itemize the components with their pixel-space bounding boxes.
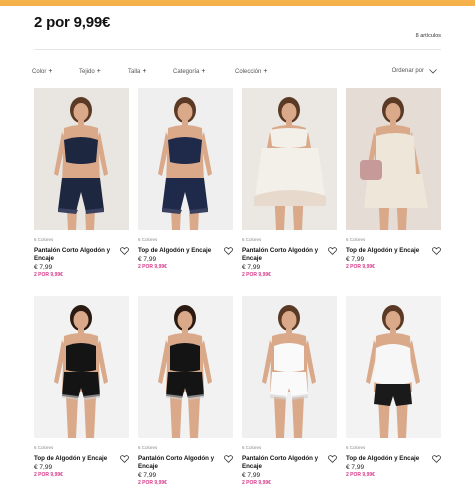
product-card[interactable]: 6 Colores Top de Algodón y Encaje € 7,99… (138, 88, 233, 286)
header-divider (34, 49, 441, 50)
product-card[interactable]: 6 Colores Pantalón Corto Algodón y Encaj… (34, 88, 129, 286)
promo-label: 2 POR 9,99€ (34, 472, 63, 478)
heart-icon[interactable] (432, 247, 441, 255)
plus-icon: + (96, 68, 101, 75)
product-photo (34, 296, 129, 438)
promo-label: 2 POR 9,99€ (138, 264, 167, 270)
product-photo (34, 88, 129, 230)
filter-label: Talla (128, 68, 141, 75)
promo-label: 2 POR 9,99€ (138, 480, 167, 486)
heart-icon[interactable] (328, 247, 337, 255)
product-photo (346, 296, 441, 438)
product-card[interactable]: 6 Colores Pantalón Corto Algodón y Encaj… (242, 296, 337, 491)
chevron-down-icon (429, 68, 437, 74)
page-title: 2 por 9,99€ (34, 14, 111, 31)
product-name[interactable]: Top de Algodón y Encaje (34, 455, 114, 463)
product-price: € 7,99 (242, 264, 261, 271)
product-name[interactable]: Top de Algodón y Encaje (346, 455, 426, 463)
product-card[interactable]: 6 Colores Top de Algodón y Encaje € 7,99… (346, 88, 441, 286)
product-photo (242, 88, 337, 230)
promo-label: 2 POR 9,99€ (242, 480, 271, 486)
product-image[interactable] (346, 88, 441, 230)
heart-icon[interactable] (120, 247, 129, 255)
color-count: 6 Colores (346, 237, 366, 242)
product-name-row: Pantalón Corto Algodón y Encaje (242, 455, 337, 471)
filter-label: Tejido (79, 68, 95, 75)
plus-icon: + (201, 68, 206, 75)
product-photo (346, 88, 441, 230)
product-image[interactable] (138, 88, 233, 230)
promo-label: 2 POR 9,99€ (242, 272, 271, 278)
product-photo (138, 296, 233, 438)
product-price: € 7,99 (242, 472, 261, 479)
product-name-row: Pantalón Corto Algodón y Encaje (242, 247, 337, 263)
sort-dropdown[interactable]: Ordenar por (392, 68, 437, 74)
color-count: 6 Colores (34, 237, 54, 242)
filter-bar: Color + Tejido + Talla + Categoría + Colecci… (32, 68, 295, 75)
product-image[interactable] (242, 296, 337, 438)
results-count: 8 artículos (415, 33, 441, 39)
filter-label: Categoría (173, 68, 200, 75)
plus-icon: + (142, 68, 147, 75)
product-image[interactable] (346, 296, 441, 438)
color-count: 6 Colores (242, 237, 262, 242)
product-card[interactable]: 6 Colores Pantalón Corto Algodón y Encaj… (138, 296, 233, 491)
product-price: € 7,99 (138, 472, 157, 479)
product-image[interactable] (34, 296, 129, 438)
product-name[interactable]: Pantalón Corto Algodón y Encaje (34, 247, 114, 263)
promo-label: 2 POR 9,99€ (346, 264, 375, 270)
product-name[interactable]: Top de Algodón y Encaje (138, 247, 218, 255)
product-photo (138, 88, 233, 230)
product-name[interactable]: Top de Algodón y Encaje (346, 247, 426, 255)
product-card[interactable]: 6 Colores Top de Algodón y Encaje € 7,99… (34, 296, 129, 491)
color-count: 6 Colores (138, 445, 158, 450)
plus-icon: + (48, 68, 53, 75)
heart-icon[interactable] (120, 455, 129, 463)
product-image[interactable] (242, 88, 337, 230)
sort-label: Ordenar por (391, 68, 424, 74)
product-name-row: Pantalón Corto Algodón y Encaje (34, 247, 129, 263)
product-image[interactable] (34, 88, 129, 230)
filter-color[interactable]: Color + (32, 68, 79, 75)
product-photo (242, 296, 337, 438)
promo-label: 2 POR 9,99€ (346, 472, 375, 478)
product-price: € 7,99 (34, 264, 53, 271)
product-price: € 7,99 (34, 464, 53, 471)
color-count: 6 Colores (242, 445, 262, 450)
filter-label: Color (32, 68, 47, 75)
product-name-row: Top de Algodón y Encaje (34, 455, 129, 463)
filter-label: Colección (235, 68, 262, 75)
product-grid: 6 Colores Pantalón Corto Algodón y Encaj… (34, 88, 442, 491)
product-name[interactable]: Pantalón Corto Algodón y Encaje (242, 247, 322, 263)
promo-label: 2 POR 9,99€ (34, 272, 63, 278)
product-price: € 7,99 (138, 256, 157, 263)
filter-coleccion[interactable]: Colección + (235, 68, 295, 75)
product-card[interactable]: 6 Colores Pantalón Corto Algodón y Encaj… (242, 88, 337, 286)
plus-icon: + (263, 68, 268, 75)
product-price: € 7,99 (346, 256, 365, 263)
product-name-row: Top de Algodón y Encaje (346, 455, 441, 463)
product-price: € 7,99 (346, 464, 365, 471)
color-count: 6 Colores (138, 237, 158, 242)
promo-top-bar (0, 0, 475, 6)
heart-icon[interactable] (432, 455, 441, 463)
filter-talla[interactable]: Talla + (128, 68, 173, 75)
product-name-row: Top de Algodón y Encaje (138, 247, 233, 255)
heart-icon[interactable] (224, 247, 233, 255)
color-count: 6 Colores (34, 445, 54, 450)
filter-tejido[interactable]: Tejido + (79, 68, 128, 75)
product-name[interactable]: Pantalón Corto Algodón y Encaje (242, 455, 322, 471)
product-name[interactable]: Pantalón Corto Algodón y Encaje (138, 455, 218, 471)
product-name-row: Pantalón Corto Algodón y Encaje (138, 455, 233, 471)
heart-icon[interactable] (328, 455, 337, 463)
product-name-row: Top de Algodón y Encaje (346, 247, 441, 255)
heart-icon[interactable] (224, 455, 233, 463)
product-image[interactable] (138, 296, 233, 438)
product-card[interactable]: 6 Colores Top de Algodón y Encaje € 7,99… (346, 296, 441, 491)
filter-categoria[interactable]: Categoría + (173, 68, 235, 75)
color-count: 6 Colores (346, 445, 366, 450)
